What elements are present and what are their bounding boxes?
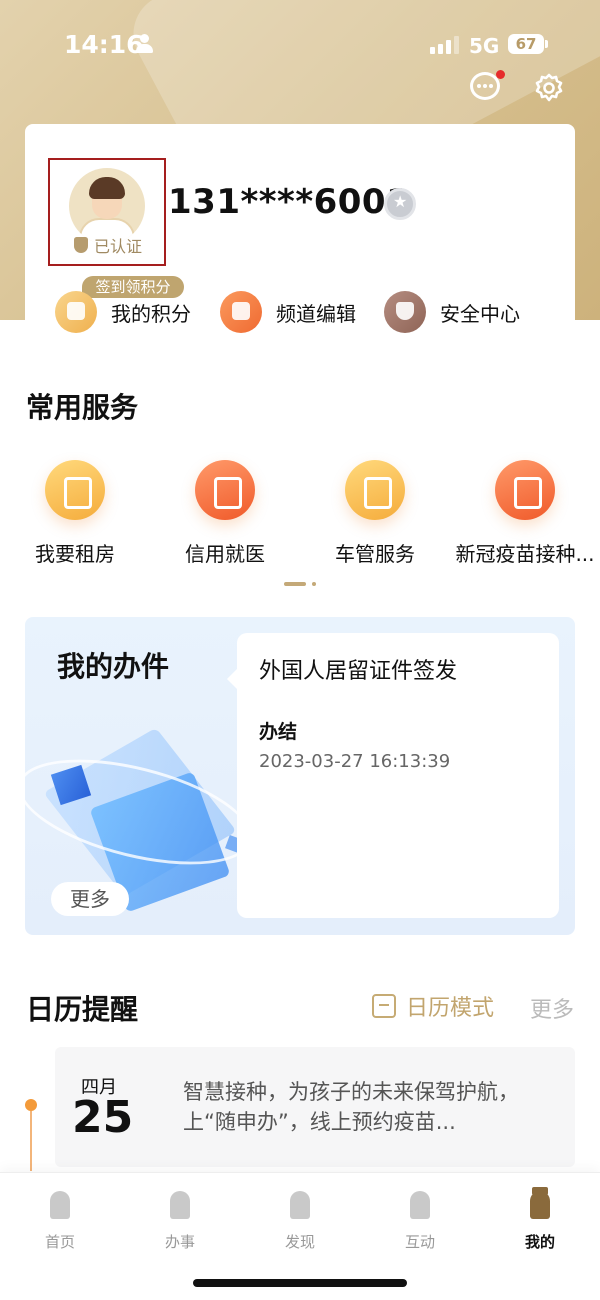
tab-services[interactable]: 办事 <box>120 1187 240 1252</box>
tab-label: 首页 <box>44 1233 75 1251</box>
user-phone: 131****6001 <box>168 182 411 222</box>
calendar-event-card[interactable]: 四月 25 智慧接种，为孩子的未来保驾护航，上“随申办”，线上预约疫苗... <box>55 1047 575 1167</box>
channel-edit-icon <box>220 291 262 333</box>
avatar-area[interactable]: 已认证 <box>48 158 166 266</box>
message-button[interactable] <box>470 70 505 102</box>
pen-icon <box>163 1187 197 1223</box>
battery-icon: 67 <box>508 34 548 54</box>
tab-label: 办事 <box>164 1233 195 1251</box>
service-rent[interactable]: 我要租房 <box>0 460 150 567</box>
tab-mine[interactable]: 我的 <box>480 1187 600 1252</box>
car-icon <box>345 460 405 520</box>
quick-link-label: 我的积分 <box>111 301 191 326</box>
service-vaccine[interactable]: 新冠疫苗接种... <box>450 460 600 567</box>
event-day: 25 <box>72 1092 134 1143</box>
service-label: 车管服务 <box>335 542 415 566</box>
tab-label: 互动 <box>404 1233 435 1251</box>
calendar-title: 日历提醒 <box>26 993 139 1026</box>
quick-link-security[interactable]: 安全中心 <box>384 290 520 334</box>
gate-icon <box>283 1187 317 1223</box>
service-vehicle[interactable]: 车管服务 <box>300 460 450 567</box>
flower-icon <box>403 1187 437 1223</box>
tasks-more-button[interactable]: 更多 <box>51 882 129 916</box>
task-time: 2023-03-27 16:13:39 <box>259 751 451 772</box>
syringe-icon <box>495 460 555 520</box>
calendar-mode-label: 日历模式 <box>406 996 495 1021</box>
latest-task[interactable]: 外国人居留证件签发 办结 2023-03-27 16:13:39 <box>227 633 559 918</box>
shield-icon <box>384 291 426 333</box>
quick-link-label: 安全中心 <box>440 301 520 326</box>
quick-link-points[interactable]: 我的积分 <box>55 290 191 334</box>
home-indicator <box>193 1279 407 1287</box>
services-title: 常用服务 <box>26 391 139 424</box>
quick-link-label: 频道编辑 <box>276 301 356 326</box>
gear-icon <box>535 73 563 102</box>
medal-icon[interactable] <box>384 188 416 220</box>
status-bar: 14:16 5G 67 <box>0 0 600 90</box>
settings-button[interactable] <box>533 72 565 104</box>
task-name: 外国人居留证件签发 <box>259 659 458 684</box>
tab-label: 我的 <box>524 1233 555 1251</box>
event-text: 智慧接种，为孩子的未来保驾护航，上“随申办”，线上预约疫苗... <box>183 1080 519 1134</box>
service-medical[interactable]: 信用就医 <box>150 460 300 567</box>
quick-links: 我的积分 频道编辑 安全中心 <box>55 290 575 334</box>
service-label: 我要租房 <box>35 542 115 566</box>
timeline-line <box>30 1111 32 1171</box>
calendar-more-link[interactable]: 更多 <box>530 992 574 1024</box>
tasks-title: 我的办件 <box>57 650 170 683</box>
service-label: 信用就医 <box>185 542 265 566</box>
signal-icon <box>430 36 460 54</box>
calendar-mode-button[interactable]: 日历模式 <box>372 990 494 1022</box>
status-time: 14:16 <box>64 30 144 59</box>
tab-label: 发现 <box>284 1233 315 1251</box>
rent-document-icon <box>45 460 105 520</box>
medical-phone-icon <box>195 460 255 520</box>
verified-badge: 已认证 <box>74 235 143 256</box>
tab-home[interactable]: 首页 <box>0 1187 120 1252</box>
task-status: 办结 <box>259 721 298 743</box>
tab-discover[interactable]: 发现 <box>240 1187 360 1252</box>
network-type: 5G <box>469 34 500 58</box>
my-tasks-card[interactable]: 我的办件 更多 外国人居留证件签发 办结 2023-03-27 16:13:39 <box>25 617 575 935</box>
points-icon <box>55 291 97 333</box>
person-hat-icon <box>523 1187 557 1223</box>
calendar-icon <box>372 994 396 1018</box>
service-label: 新冠疫苗接种... <box>455 542 595 566</box>
verified-shield-icon <box>74 237 88 253</box>
timeline-dot <box>25 1099 37 1111</box>
tab-interact[interactable]: 互动 <box>360 1187 480 1252</box>
battery-level: 67 <box>515 35 537 53</box>
tower-icon <box>43 1187 77 1223</box>
services-grid: 我要租房 信用就医 车管服务 新冠疫苗接种... <box>0 460 600 580</box>
unread-dot <box>496 70 505 79</box>
quick-link-channel-edit[interactable]: 频道编辑 <box>220 290 356 334</box>
person-icon <box>135 34 153 54</box>
verified-label: 已认证 <box>94 237 143 256</box>
